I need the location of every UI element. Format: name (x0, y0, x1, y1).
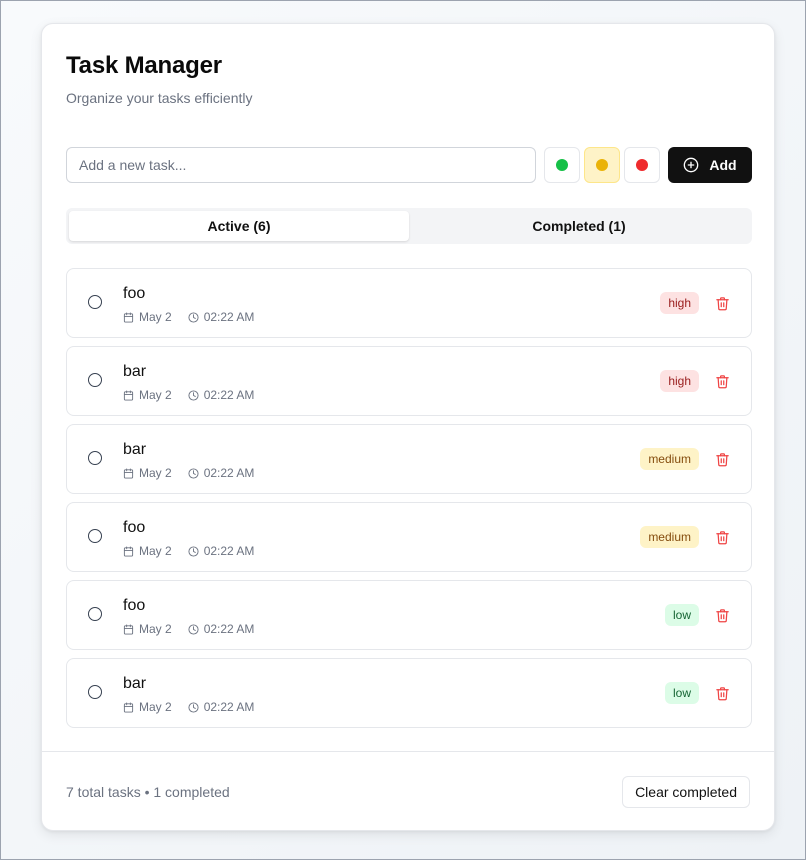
clock-icon (188, 545, 199, 557)
clock-icon (188, 701, 199, 713)
task-time: 02:22 AM (188, 543, 255, 559)
task-date: May 2 (123, 387, 172, 403)
task-date-text: May 2 (139, 310, 172, 324)
task-time-text: 02:22 AM (203, 622, 255, 636)
clock-icon (188, 311, 199, 323)
task-meta: May 2 02:22 AM (123, 699, 270, 715)
task-tabs: Active (6) Completed (1) (66, 208, 752, 244)
clock-icon (188, 389, 199, 401)
add-task-button[interactable]: Add (668, 147, 752, 183)
calendar-icon (123, 701, 134, 713)
task-meta: May 2 02:22 AM (123, 621, 270, 637)
task-time: 02:22 AM (188, 465, 255, 481)
task-time: 02:22 AM (188, 699, 255, 715)
task-meta: May 2 02:22 AM (123, 309, 270, 325)
tab-active[interactable]: Active (6) (69, 211, 409, 241)
task-time: 02:22 AM (188, 387, 255, 403)
task-title: foo (123, 597, 146, 614)
trash-icon[interactable] (713, 528, 731, 546)
task-title: bar (123, 441, 147, 458)
calendar-icon (123, 389, 134, 401)
clock-icon (188, 623, 199, 635)
complete-checkbox-icon[interactable] (88, 529, 102, 543)
calendar-icon (123, 623, 134, 635)
tab-completed[interactable]: Completed (1) (409, 211, 749, 241)
priority-low-button[interactable] (544, 147, 580, 183)
task-item: foo May 2 02:22 AM medium (66, 502, 752, 572)
priority-high-button[interactable] (624, 147, 660, 183)
calendar-icon (123, 467, 134, 479)
priority-badge: high (660, 370, 699, 392)
new-task-input[interactable] (66, 147, 536, 183)
task-date-text: May 2 (139, 466, 172, 480)
task-summary: 7 total tasks • 1 completed (66, 784, 230, 800)
task-title: bar (123, 675, 147, 692)
task-date-text: May 2 (139, 622, 172, 636)
task-date: May 2 (123, 309, 172, 325)
task-item: bar May 2 02:22 AM low (66, 658, 752, 728)
task-time-text: 02:22 AM (203, 700, 255, 714)
calendar-icon (123, 545, 134, 557)
green-dot-icon (556, 159, 568, 171)
task-meta: May 2 02:22 AM (123, 465, 270, 481)
priority-badge: low (664, 682, 699, 704)
add-task-form: Add (66, 147, 752, 183)
task-time-text: 02:22 AM (203, 466, 255, 480)
add-button-label: Add (709, 157, 737, 173)
page-title: Task Manager (66, 52, 222, 79)
plus-circle-icon (684, 157, 699, 173)
task-time: 02:22 AM (188, 621, 255, 637)
complete-checkbox-icon[interactable] (88, 607, 102, 621)
trash-icon[interactable] (713, 684, 731, 702)
task-date: May 2 (123, 543, 172, 559)
footer-divider (42, 751, 774, 752)
complete-checkbox-icon[interactable] (88, 373, 102, 387)
task-meta: May 2 02:22 AM (123, 387, 270, 403)
task-item: foo May 2 02:22 AM low (66, 580, 752, 650)
priority-badge: medium (640, 526, 699, 548)
complete-checkbox-icon[interactable] (88, 685, 102, 699)
task-item: foo May 2 02:22 AM high (66, 268, 752, 338)
priority-medium-button[interactable] (584, 147, 620, 183)
priority-badge: medium (640, 448, 699, 470)
task-item: bar May 2 02:22 AM high (66, 346, 752, 416)
red-dot-icon (636, 159, 648, 171)
task-list: foo May 2 02:22 AM high bar May 2 02:22 … (66, 268, 752, 736)
task-manager-card: Task Manager Organize your tasks efficie… (41, 23, 775, 831)
priority-badge: low (664, 604, 699, 626)
task-time-text: 02:22 AM (203, 388, 255, 402)
task-date-text: May 2 (139, 544, 172, 558)
task-title: foo (123, 285, 146, 302)
trash-icon[interactable] (713, 372, 731, 390)
yellow-dot-icon (596, 159, 608, 171)
task-time-text: 02:22 AM (203, 544, 255, 558)
task-meta: May 2 02:22 AM (123, 543, 270, 559)
task-item: bar May 2 02:22 AM medium (66, 424, 752, 494)
complete-checkbox-icon[interactable] (88, 451, 102, 465)
task-date: May 2 (123, 699, 172, 715)
complete-checkbox-icon[interactable] (88, 295, 102, 309)
task-title: bar (123, 363, 147, 380)
task-date: May 2 (123, 465, 172, 481)
clear-completed-button[interactable]: Clear completed (622, 776, 750, 808)
calendar-icon (123, 311, 134, 323)
clock-icon (188, 467, 199, 479)
task-date: May 2 (123, 621, 172, 637)
task-time-text: 02:22 AM (203, 310, 255, 324)
task-title: foo (123, 519, 146, 536)
priority-badge: high (660, 292, 699, 314)
trash-icon[interactable] (713, 294, 731, 312)
trash-icon[interactable] (713, 606, 731, 624)
task-date-text: May 2 (139, 700, 172, 714)
trash-icon[interactable] (713, 450, 731, 468)
task-time: 02:22 AM (188, 309, 255, 325)
page-subtitle: Organize your tasks efficiently (66, 90, 253, 106)
task-date-text: May 2 (139, 388, 172, 402)
